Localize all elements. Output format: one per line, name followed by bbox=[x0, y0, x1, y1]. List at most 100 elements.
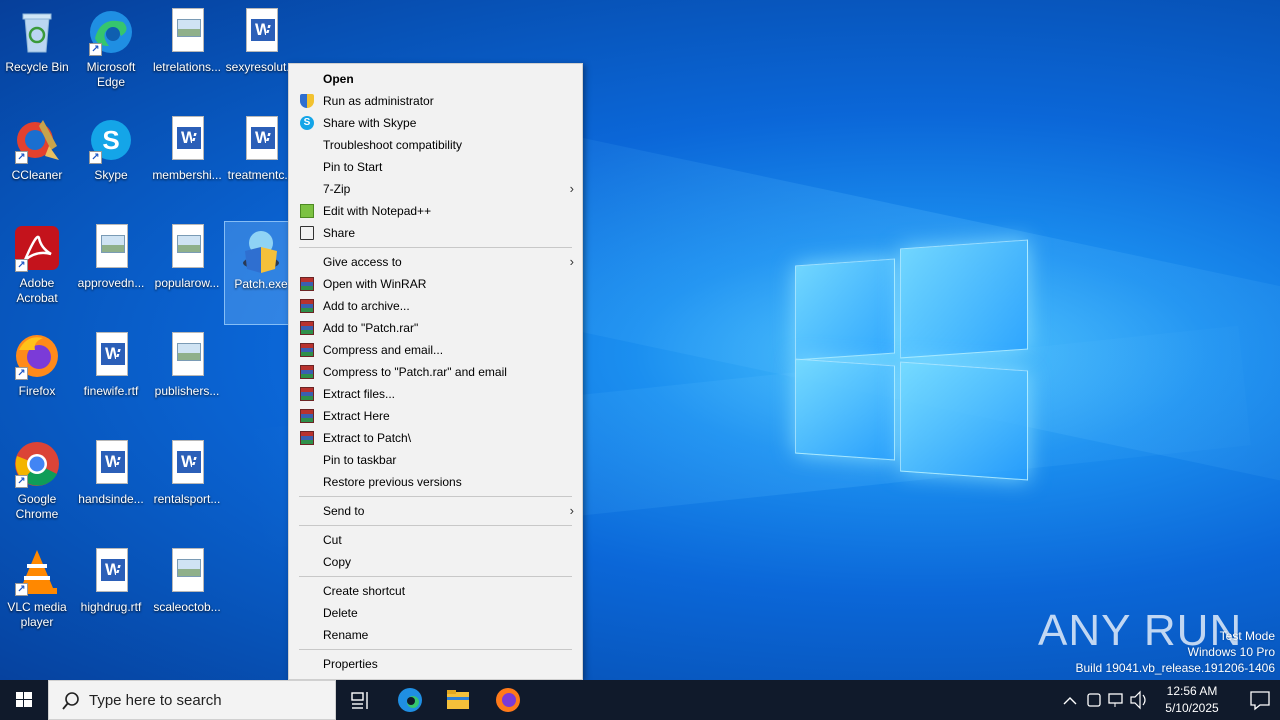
word-icon: W bbox=[87, 440, 135, 488]
acrobat-icon: ↗ bbox=[13, 224, 61, 272]
taskbar-edge[interactable] bbox=[386, 680, 434, 720]
menu-item-share[interactable]: Share bbox=[289, 222, 582, 244]
desktop-icon-handsinde[interactable]: Whandsinde... bbox=[74, 437, 148, 541]
desktop-icon-label: rentalsport... bbox=[153, 492, 221, 506]
menu-item-extract-to-patch[interactable]: Extract to Patch\ bbox=[289, 427, 582, 449]
desktop-icon-label: popularow... bbox=[154, 276, 220, 290]
menu-item-label: Create shortcut bbox=[323, 584, 406, 598]
desktop-icon-vlc[interactable]: ↗ VLC media player bbox=[0, 545, 74, 649]
menu-item-label: Pin to taskbar bbox=[323, 453, 397, 467]
menu-item-pin-to-start[interactable]: Pin to Start bbox=[289, 156, 582, 178]
task-view-button[interactable] bbox=[336, 680, 384, 720]
device-icon[interactable] bbox=[1084, 680, 1104, 720]
taskbar-search-box[interactable]: Type here to search bbox=[48, 680, 336, 720]
desktop-icon-treatmentc[interactable]: Wtreatmentc... bbox=[224, 113, 298, 217]
menu-item-label: Restore previous versions bbox=[323, 475, 462, 489]
desktop-icon-google-chrome[interactable]: ↗ Google Chrome bbox=[0, 437, 74, 541]
menu-item-add-to-patch-rar[interactable]: Add to "Patch.rar" bbox=[289, 317, 582, 339]
menu-item-restore-previous-versions[interactable]: Restore previous versions bbox=[289, 471, 582, 493]
menu-item-open[interactable]: Open bbox=[289, 68, 582, 90]
menu-item-label: Add to "Patch.rar" bbox=[323, 321, 419, 335]
menu-item-pin-to-taskbar[interactable]: Pin to taskbar bbox=[289, 449, 582, 471]
menu-separator bbox=[299, 649, 572, 650]
desktop-icon-finewife[interactable]: Wfinewife.rtf bbox=[74, 329, 148, 433]
menu-item-create-shortcut[interactable]: Create shortcut bbox=[289, 580, 582, 602]
menu-item-label: 7-Zip bbox=[323, 182, 351, 196]
desktop-icon-rentalsport[interactable]: Wrentalsport... bbox=[150, 437, 224, 541]
desktop-icon-membershi[interactable]: Wmembershi... bbox=[150, 113, 224, 217]
taskbar-firefox[interactable] bbox=[484, 680, 532, 720]
menu-item-send-to[interactable]: Send to › bbox=[289, 500, 582, 522]
desktop-icon-sexyresolut[interactable]: Wsexyresolut... bbox=[224, 5, 298, 109]
desktop-icon-adobe-acrobat[interactable]: ↗ Adobe Acrobat bbox=[0, 221, 74, 325]
start-button[interactable] bbox=[0, 680, 48, 720]
menu-item-extract-here[interactable]: Extract Here bbox=[289, 405, 582, 427]
menu-item-label: Compress and email... bbox=[323, 343, 444, 357]
menu-item-run-as-administrator[interactable]: Run as administrator bbox=[289, 90, 582, 112]
desktop[interactable]: Recycle Bin ↗ Microsoft Edge letrelations..… bbox=[0, 0, 1280, 680]
desktop-icon-publishers[interactable]: publishers... bbox=[150, 329, 224, 433]
notification-icon[interactable] bbox=[1240, 680, 1280, 720]
image-icon bbox=[163, 332, 211, 380]
menu-item-delete[interactable]: Delete bbox=[289, 602, 582, 624]
word-icon: W bbox=[87, 548, 135, 596]
menu-item-7-zip[interactable]: 7-Zip › bbox=[289, 178, 582, 200]
desktop-icon-microsoft-edge[interactable]: ↗ Microsoft Edge bbox=[74, 5, 148, 109]
winrar-icon bbox=[300, 321, 314, 335]
menu-item-give-access-to[interactable]: Give access to › bbox=[289, 251, 582, 273]
desktop-icon-patch-exe[interactable]: Patch.exe bbox=[224, 221, 298, 325]
word-icon: W bbox=[237, 8, 285, 56]
menu-item-compress-and-email[interactable]: Compress and email... bbox=[289, 339, 582, 361]
volume-icon[interactable] bbox=[1128, 680, 1150, 720]
desktop-icon-label: CCleaner bbox=[11, 168, 63, 182]
desktop-icon-ccleaner[interactable]: ↗ CCleaner bbox=[0, 113, 74, 217]
desktop-icon-popularow[interactable]: popularow... bbox=[150, 221, 224, 325]
context-menu: Open Run as administrator S Share with Skyp… bbox=[288, 63, 583, 680]
menu-item-label: Open with WinRAR bbox=[323, 277, 427, 291]
menu-item-rename[interactable]: Rename bbox=[289, 624, 582, 646]
winrar-icon bbox=[300, 431, 314, 445]
desktop-icon-label: Skype bbox=[94, 168, 128, 182]
desktop-icon-label: Recycle Bin bbox=[5, 60, 69, 74]
menu-item-share-with-skype[interactable]: S Share with Skype bbox=[289, 112, 582, 134]
desktop-icon-firefox[interactable]: ↗ Firefox bbox=[0, 329, 74, 433]
desktop-icon-approvedn[interactable]: approvedn... bbox=[74, 221, 148, 325]
menu-item-label: Troubleshoot compatibility bbox=[323, 138, 462, 152]
network-icon[interactable] bbox=[1106, 680, 1126, 720]
word-icon: W bbox=[163, 440, 211, 488]
menu-item-cut[interactable]: Cut bbox=[289, 529, 582, 551]
desktop-icon-recycle-bin[interactable]: Recycle Bin bbox=[0, 5, 74, 109]
menu-item-properties[interactable]: Properties bbox=[289, 653, 582, 675]
menu-item-copy[interactable]: Copy bbox=[289, 551, 582, 573]
menu-item-label: Pin to Start bbox=[323, 160, 383, 174]
skype-icon: S ↗ bbox=[87, 116, 135, 164]
desktop-icon-label: treatmentc... bbox=[227, 168, 295, 182]
chevron-up-icon[interactable] bbox=[1060, 680, 1080, 720]
desktop-icon-letrelations[interactable]: letrelations... bbox=[150, 5, 224, 109]
menu-item-label: Compress to "Patch.rar" and email bbox=[323, 365, 507, 379]
menu-item-label: Share with Skype bbox=[323, 116, 417, 130]
menu-item-label: Copy bbox=[323, 555, 352, 569]
menu-item-add-to-archive[interactable]: Add to archive... bbox=[289, 295, 582, 317]
shield-icon bbox=[300, 94, 314, 108]
watermark-line: Build 19041.vb_release.191206-1406 bbox=[1075, 661, 1276, 675]
desktop-icon-label: sexyresolut... bbox=[225, 60, 297, 74]
desktop-icon-scaleoctob[interactable]: scaleoctob... bbox=[150, 545, 224, 649]
menu-item-open-with-winrar[interactable]: Open with WinRAR bbox=[289, 273, 582, 295]
word-icon: W bbox=[163, 116, 211, 164]
menu-item-compress-to-patch-rar-and-email[interactable]: Compress to "Patch.rar" and email bbox=[289, 361, 582, 383]
menu-item-troubleshoot-compatibility[interactable]: Troubleshoot compatibility bbox=[289, 134, 582, 156]
image-icon bbox=[163, 224, 211, 272]
menu-item-label: Send to bbox=[323, 504, 365, 518]
desktop-icon-label: membershi... bbox=[152, 168, 222, 182]
desktop-icon-skype[interactable]: S ↗ Skype bbox=[74, 113, 148, 217]
desktop-icon-label: Microsoft Edge bbox=[86, 60, 136, 89]
taskbar-file-explorer[interactable] bbox=[434, 680, 482, 720]
desktop-icon-label: approvedn... bbox=[77, 276, 145, 290]
menu-item-extract-files[interactable]: Extract files... bbox=[289, 383, 582, 405]
edge-icon: ↗ bbox=[87, 8, 135, 56]
menu-item-edit-with-notepad[interactable]: Edit with Notepad++ bbox=[289, 200, 582, 222]
search-icon bbox=[62, 692, 79, 710]
clock[interactable]: 12:56 AM 5/10/2025 bbox=[1152, 683, 1232, 717]
desktop-icon-highdrug[interactable]: Whighdrug.rtf bbox=[74, 545, 148, 649]
